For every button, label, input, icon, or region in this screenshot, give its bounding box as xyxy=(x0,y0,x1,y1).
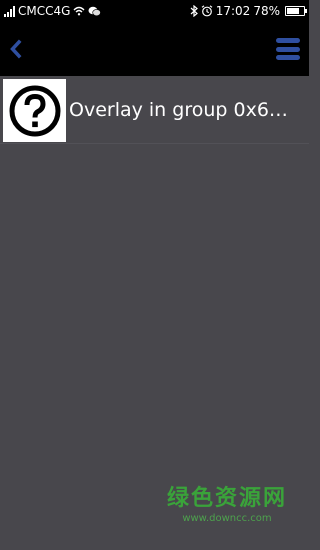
item-thumbnail xyxy=(3,79,66,142)
battery-label: 78% xyxy=(253,4,280,18)
status-bar: CMCC4G 17:02 78% xyxy=(0,0,309,22)
carrier-label: CMCC4G xyxy=(18,4,71,18)
hamburger-menu-icon-bar-2 xyxy=(276,46,300,52)
battery-icon xyxy=(285,6,307,16)
chevron-left-icon xyxy=(10,39,22,59)
battery-fill xyxy=(287,8,299,14)
watermark-url: www.downcc.com xyxy=(182,513,272,524)
status-left: CMCC4G xyxy=(4,4,102,18)
bluetooth-icon xyxy=(190,5,198,17)
status-right: 17:02 78% xyxy=(190,4,307,18)
wechat-icon xyxy=(88,6,102,16)
app-bar xyxy=(0,22,309,76)
wifi-icon xyxy=(73,6,85,16)
alarm-icon xyxy=(201,5,213,17)
menu-button[interactable] xyxy=(275,36,301,62)
watermark-title: 绿色资源网 xyxy=(166,486,287,511)
clock-label: 17:02 xyxy=(215,4,251,18)
back-button[interactable] xyxy=(4,34,28,64)
item-title: Overlay in group 0x6… xyxy=(69,99,288,121)
signal-icon xyxy=(4,5,15,17)
question-mark-icon xyxy=(9,85,60,136)
watermark: 绿色资源网 www.downcc.com xyxy=(167,480,287,524)
list-item[interactable]: Overlay in group 0x6… xyxy=(0,76,309,144)
hamburger-menu-icon-bar-1 xyxy=(276,38,300,43)
hamburger-menu-icon-bar-3 xyxy=(276,55,300,60)
